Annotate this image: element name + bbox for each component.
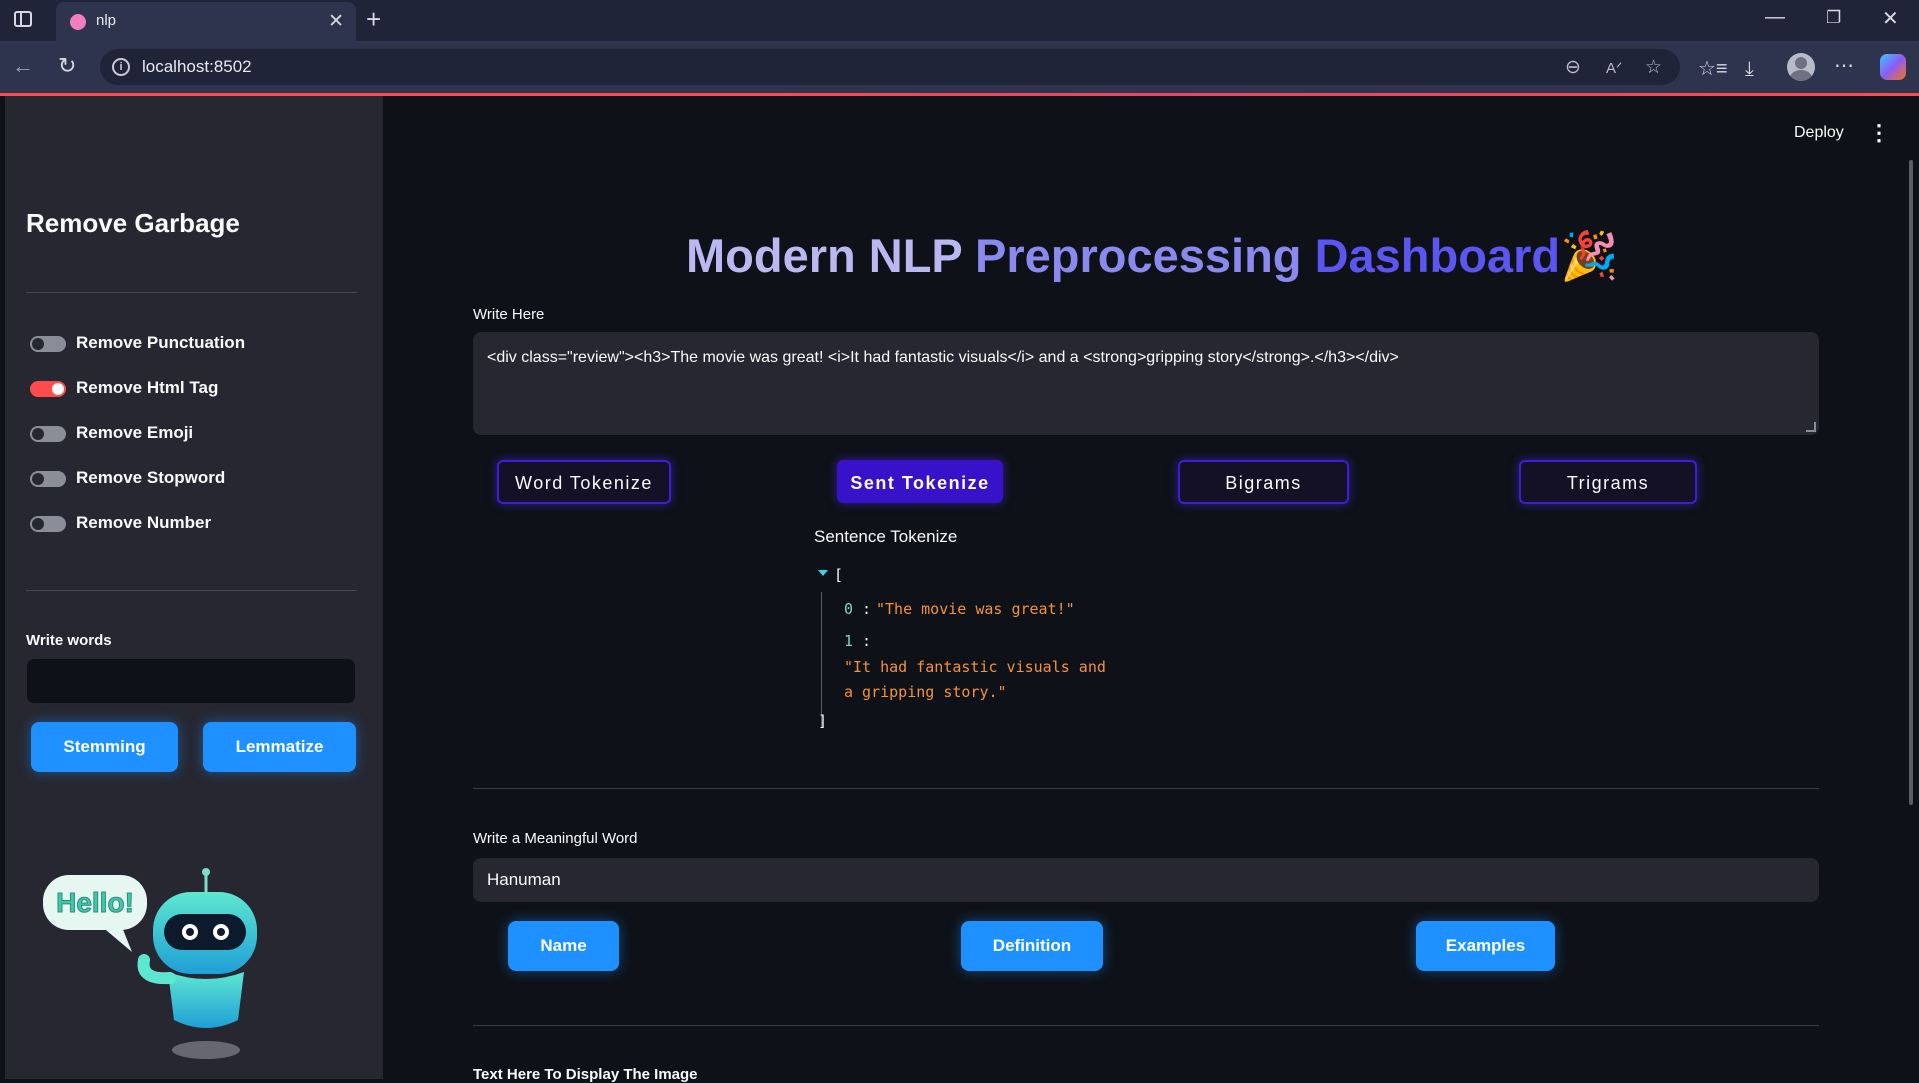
sent-tokenize-button[interactable]: Sent Tokenize <box>837 460 1003 503</box>
address-bar-row: ← ↻ i localhost:8502 ⊖ Aᐟ ☆ ☆≡ ⤓ ⋯ <box>0 41 1919 93</box>
textarea-value: <div class="review"><h3>The movie was gr… <box>487 349 1399 366</box>
meaningful-word-input[interactable]: Hanuman <box>473 858 1819 902</box>
site-info-icon[interactable]: i <box>112 58 130 76</box>
toggle-switch[interactable] <box>30 516 66 532</box>
bigrams-button[interactable]: Bigrams <box>1178 460 1349 504</box>
json-index-value: 1 <box>844 632 854 650</box>
result-heading: Sentence Tokenize <box>814 527 958 546</box>
sidebar-divider <box>26 292 357 293</box>
robot-illustration: Hello! <box>43 868 257 1059</box>
trigrams-button[interactable]: Trigrams <box>1519 460 1697 504</box>
browser-tab[interactable]: nlp ✕ <box>56 2 356 41</box>
word-tokenize-button[interactable]: Word Tokenize <box>497 460 671 504</box>
toggle-label: Remove Html Tag <box>76 378 219 397</box>
toggle-switch[interactable] <box>30 336 66 352</box>
write-here-label: Write Here <box>473 306 545 323</box>
tab-title: nlp <box>96 12 117 29</box>
json-item-index: 0 : <box>844 600 872 618</box>
resize-handle-icon[interactable] <box>1806 422 1816 432</box>
image-text-label: Text Here To Display The Image <box>473 1066 698 1083</box>
toggle-switch[interactable] <box>30 381 66 397</box>
minimize-icon[interactable]: — <box>1765 6 1785 29</box>
sidebar-divider <box>26 590 357 591</box>
toggle-label: Remove Punctuation <box>76 333 246 352</box>
json-index-value: 0 <box>844 600 854 618</box>
page-title: Modern NLP Preprocessing Dashboard🎉 <box>686 228 1619 284</box>
meaningful-word-label: Write a Meaningful Word <box>473 830 638 847</box>
sidebar-title: Remove Garbage <box>26 208 240 238</box>
section-divider <box>473 1025 1819 1026</box>
main-menu-icon[interactable]: ⋮ <box>1868 120 1890 146</box>
json-open-bracket: [ <box>834 566 844 584</box>
back-icon[interactable]: ← <box>12 53 34 79</box>
toggle-label: Remove Emoji <box>76 423 194 442</box>
deploy-button[interactable]: Deploy <box>1794 124 1844 142</box>
title-part: Dashboard <box>1314 229 1561 282</box>
copilot-icon[interactable] <box>1880 54 1906 80</box>
url-field[interactable]: i localhost:8502 ⊖ Aᐟ ☆ <box>100 49 1680 85</box>
stemming-button[interactable]: Stemming <box>31 722 178 772</box>
url-text: localhost:8502 <box>142 57 252 76</box>
json-item-value: "The movie was great!" <box>876 600 1075 618</box>
close-tab-icon[interactable]: ✕ <box>328 10 344 33</box>
reload-icon[interactable]: ↻ <box>58 53 76 79</box>
title-part: Modern NLP <box>686 229 975 282</box>
section-divider <box>473 788 1819 789</box>
write-words-input[interactable] <box>26 658 356 704</box>
favicon-icon <box>70 14 86 30</box>
robot-bubble-text: Hello! <box>56 887 134 918</box>
json-item-value: "It had fantastic visuals and <box>844 658 1106 676</box>
more-menu-icon[interactable]: ⋯ <box>1834 53 1854 78</box>
json-item-value-continued: a gripping story." <box>844 683 1007 701</box>
favorites-icon[interactable]: ☆≡ <box>1698 56 1728 81</box>
input-value: Hanuman <box>487 870 561 889</box>
toggle-label: Remove Stopword <box>76 468 226 487</box>
downloads-icon[interactable]: ⤓ <box>1745 58 1754 81</box>
examples-button[interactable]: Examples <box>1416 921 1555 971</box>
scrollbar[interactable] <box>1909 160 1913 805</box>
json-close-bracket: ] <box>818 712 828 730</box>
write-here-textarea[interactable]: <div class="review"><h3>The movie was gr… <box>473 332 1819 435</box>
write-words-label: Write words <box>26 632 112 649</box>
name-button[interactable]: Name <box>508 921 619 971</box>
json-item-index: 1 : <box>844 632 872 650</box>
window-close-icon[interactable]: ✕ <box>1882 6 1899 31</box>
title-part: Preprocessing <box>974 229 1315 282</box>
restore-icon[interactable]: ❐ <box>1826 8 1841 28</box>
favorite-star-icon[interactable]: ☆ <box>1645 56 1662 79</box>
json-rail <box>821 592 822 728</box>
new-tab-icon[interactable]: + <box>366 4 381 35</box>
profile-icon[interactable] <box>1787 53 1815 81</box>
browser-tab-bar: nlp ✕ + — ❐ ✕ <box>0 0 1919 41</box>
toggle-label: Remove Number <box>76 513 212 532</box>
toggle-switch[interactable] <box>30 426 66 442</box>
definition-button[interactable]: Definition <box>961 921 1103 971</box>
tab-actions-icon[interactable] <box>14 11 32 27</box>
zoom-icon[interactable]: ⊖ <box>1565 56 1581 79</box>
party-popper-icon: 🎉 <box>1560 229 1619 282</box>
lemmatize-button[interactable]: Lemmatize <box>203 722 356 772</box>
collapse-caret-icon[interactable] <box>818 570 828 576</box>
read-aloud-icon[interactable]: Aᐟ <box>1606 59 1622 77</box>
toggle-switch[interactable] <box>30 471 66 487</box>
